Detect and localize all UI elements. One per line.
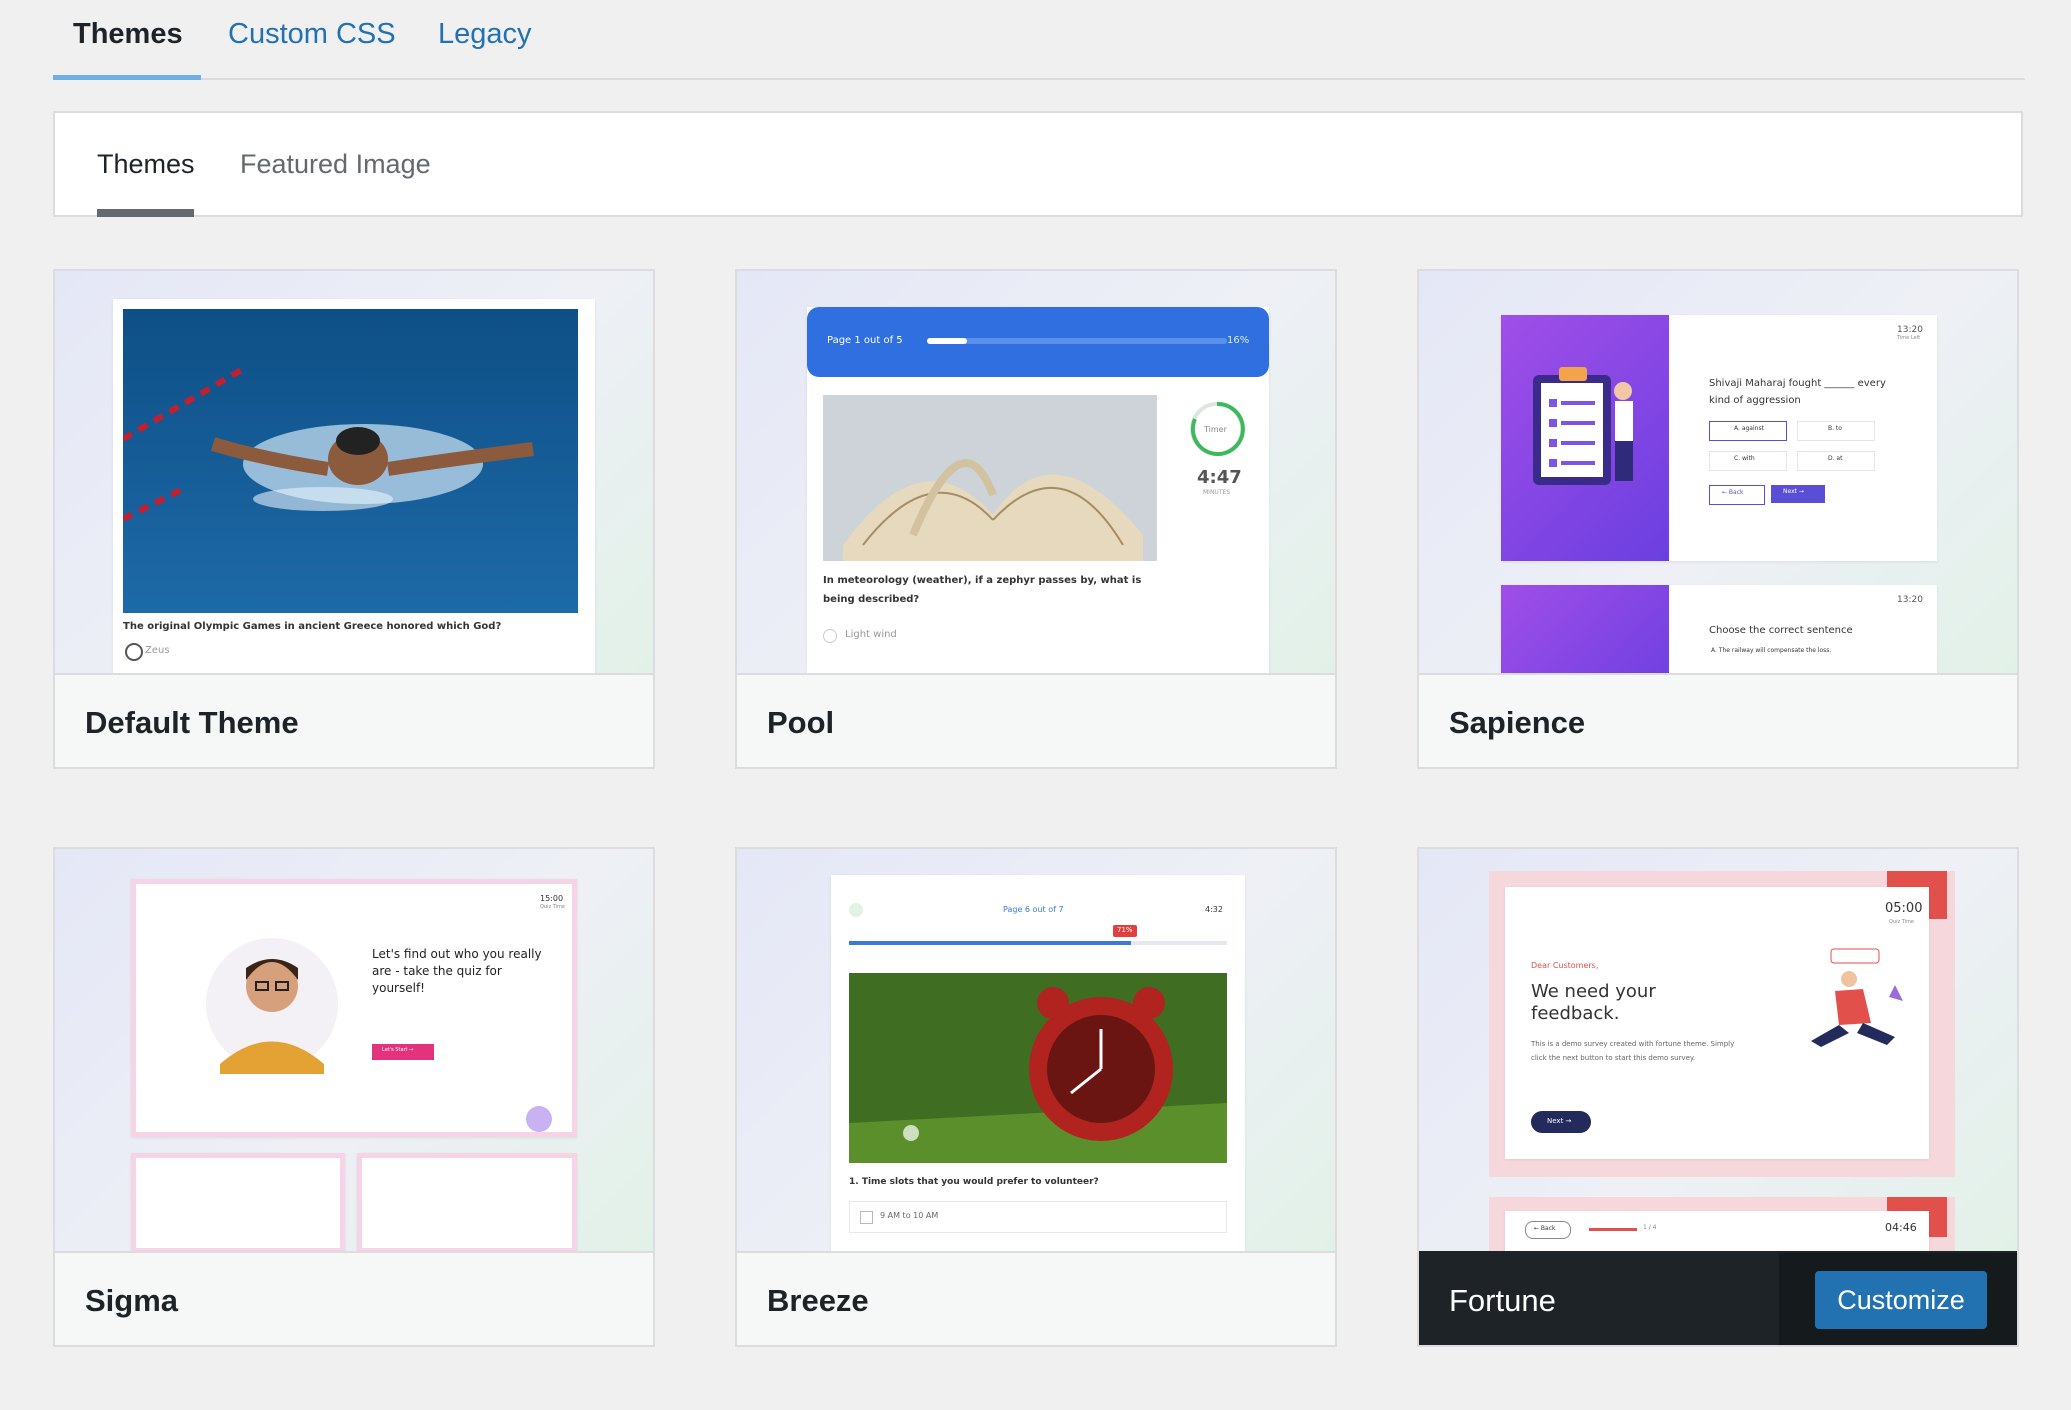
timer-value: 15:00 bbox=[540, 894, 564, 903]
theme-name-bar: Default Theme bbox=[55, 673, 653, 767]
sub-tab-bar: Themes Featured Image bbox=[53, 111, 2023, 217]
theme-name: Default Theme bbox=[85, 705, 299, 740]
preview-option: Zeus bbox=[145, 645, 170, 656]
preview-question: In meteorology (weather), if a zephyr pa… bbox=[823, 575, 1142, 605]
theme-preview: Page 1 out of 5 16% Timer 4:47 MINUTES I… bbox=[737, 271, 1335, 673]
timer-label: Timer bbox=[1204, 425, 1227, 434]
theme-name: Sapience bbox=[1449, 705, 1586, 740]
theme-name-bar: Pool bbox=[737, 673, 1335, 767]
book-image bbox=[823, 395, 1157, 561]
sidebar-illustration bbox=[1501, 315, 1669, 561]
theme-preview: 05:00 Quiz Time Dear Customers, We need … bbox=[1419, 849, 2017, 1251]
preview-question: The original Olympic Games in ancient Gr… bbox=[123, 621, 502, 632]
theme-actions: Customize bbox=[1779, 1253, 2017, 1345]
timer-label: Time Left bbox=[1897, 335, 1921, 341]
option-c: C. with bbox=[1709, 451, 1787, 471]
radio-icon bbox=[823, 629, 837, 643]
theme-card-fortune[interactable]: 05:00 Quiz Time Dear Customers, We need … bbox=[1417, 847, 2019, 1347]
page-indicator: 1 / 4 bbox=[1643, 1224, 1657, 1231]
radio-icon bbox=[125, 643, 143, 661]
subtab-themes[interactable]: Themes bbox=[97, 149, 195, 180]
alarm-clock-image bbox=[849, 973, 1227, 1163]
percent-badge: 71% bbox=[1113, 925, 1137, 937]
theme-preview: The original Olympic Games in ancient Gr… bbox=[55, 271, 653, 673]
progress-text: Page 1 out of 5 bbox=[827, 335, 903, 346]
preview-headline: We need your feedback. bbox=[1531, 981, 1656, 1024]
swimmer-image bbox=[123, 309, 578, 613]
timer-value: 4:32 bbox=[1205, 905, 1223, 914]
progress-percent: 16% bbox=[1227, 335, 1250, 346]
preview-greeting: Dear Customers, bbox=[1531, 961, 1599, 970]
active-tab-indicator bbox=[53, 75, 201, 80]
option-a: A. against bbox=[1709, 421, 1787, 441]
next-button: Next → bbox=[1531, 1111, 1591, 1133]
back-icon bbox=[849, 903, 863, 917]
preview-question: Shivaji Maharaj fought ______ every kind… bbox=[1709, 378, 1886, 406]
theme-card-breeze[interactable]: Page 6 out of 7 4:32 71% 1. Time slots t… bbox=[735, 847, 1337, 1347]
theme-card-pool[interactable]: Page 1 out of 5 16% Timer 4:47 MINUTES I… bbox=[735, 269, 1337, 769]
theme-name: Breeze bbox=[767, 1283, 869, 1318]
clipboard-icon bbox=[1533, 367, 1633, 485]
theme-name-bar: Breeze bbox=[737, 1251, 1335, 1345]
preview-option: A. The railway will compensate the loss. bbox=[1711, 647, 1832, 654]
timer-value: 13:20 bbox=[1897, 325, 1923, 335]
timer-label: Quiz Time bbox=[540, 904, 565, 910]
start-button: Let's Start → bbox=[372, 1044, 434, 1060]
theme-preview: 15:00 Quiz Time Let's find out who you r… bbox=[55, 849, 653, 1251]
preview-question: Choose the correct sentence bbox=[1709, 625, 1853, 636]
next-button: Next → bbox=[1771, 485, 1825, 503]
theme-name-bar: Sigma bbox=[55, 1251, 653, 1345]
tab-legacy[interactable]: Legacy bbox=[438, 18, 532, 51]
timer-value: 4:47 bbox=[1197, 467, 1242, 488]
back-button: ← Back bbox=[1525, 1221, 1571, 1239]
option-d: D. at bbox=[1797, 451, 1875, 471]
tab-custom-css[interactable]: Custom CSS bbox=[228, 18, 396, 51]
preview-headline: Let's find out who you really are - take… bbox=[372, 947, 542, 995]
theme-preview: 13:20 Time Left Shivaji Maharaj fought _… bbox=[1419, 271, 2017, 673]
option-b: B. to bbox=[1797, 421, 1875, 441]
theme-card-default[interactable]: The original Olympic Games in ancient Gr… bbox=[53, 269, 655, 769]
top-tab-bar: Themes Custom CSS Legacy bbox=[53, 0, 2025, 80]
preview-question: 1. Time slots that you would prefer to v… bbox=[849, 1177, 1099, 1187]
theme-name: Pool bbox=[767, 705, 835, 740]
progress-header: Page 1 out of 5 16% bbox=[807, 307, 1269, 377]
theme-preview: Page 6 out of 7 4:32 71% 1. Time slots t… bbox=[737, 849, 1335, 1251]
timer-label: Quiz Time bbox=[1889, 919, 1914, 925]
theme-name: Sigma bbox=[85, 1283, 179, 1318]
theme-name: Fortune bbox=[1449, 1283, 1556, 1318]
option-box: 9 AM to 10 AM bbox=[849, 1201, 1227, 1233]
theme-name-bar: Fortune Customize bbox=[1419, 1251, 2017, 1345]
timer-value: 04:46 bbox=[1885, 1221, 1917, 1234]
timer-value: 05:00 bbox=[1885, 901, 1923, 916]
theme-name-bar: Sapience bbox=[1419, 673, 2017, 767]
customize-button[interactable]: Customize bbox=[1815, 1271, 1987, 1329]
timer-value: 13:20 bbox=[1897, 595, 1923, 605]
theme-card-sigma[interactable]: 15:00 Quiz Time Let's find out who you r… bbox=[53, 847, 655, 1347]
person-illustration bbox=[1811, 948, 1903, 1047]
person-avatar bbox=[206, 938, 338, 1074]
theme-card-sapience[interactable]: 13:20 Time Left Shivaji Maharaj fought _… bbox=[1417, 269, 2019, 769]
tab-themes[interactable]: Themes bbox=[73, 18, 183, 51]
active-subtab-indicator bbox=[97, 209, 194, 217]
subtab-featured-image[interactable]: Featured Image bbox=[240, 149, 431, 180]
timer-unit: MINUTES bbox=[1203, 489, 1231, 496]
progress-text: Page 6 out of 7 bbox=[1003, 905, 1064, 914]
preview-body: This is a demo survey created with fortu… bbox=[1531, 1040, 1735, 1062]
back-button: ← Back bbox=[1709, 485, 1765, 505]
preview-option: Light wind bbox=[845, 629, 897, 640]
